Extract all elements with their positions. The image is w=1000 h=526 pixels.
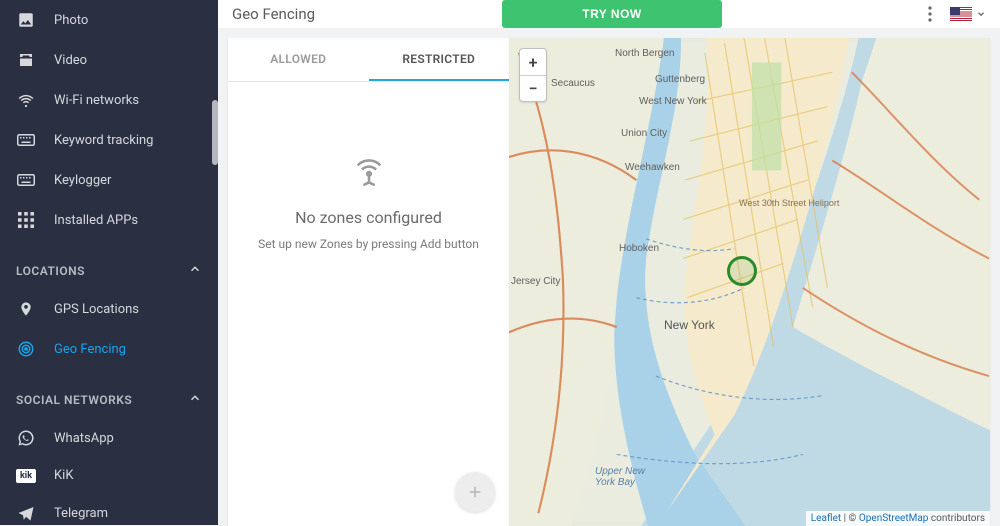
- target-icon: [16, 339, 36, 359]
- geo-fence-marker[interactable]: [727, 256, 757, 286]
- zones-panel: ALLOWED RESTRICTED No zones configured S…: [228, 38, 509, 526]
- sidebar-item-label: GPS Locations: [54, 302, 139, 317]
- sidebar-item-wifi[interactable]: Wi-Fi networks: [0, 80, 218, 120]
- empty-state: No zones configured Set up new Zones by …: [228, 82, 509, 526]
- map-label: West 30th Street Heliport: [739, 198, 839, 208]
- kik-icon: kik: [16, 469, 36, 483]
- language-selector[interactable]: [950, 4, 986, 24]
- map-label: Hoboken: [619, 243, 659, 254]
- map-label: New York: [664, 318, 715, 332]
- sidebar-item-keyword-tracking[interactable]: Keyword tracking: [0, 120, 218, 160]
- grid-icon: [16, 210, 36, 230]
- keyboard-icon: [16, 170, 36, 190]
- sidebar-item-label: Wi-Fi networks: [54, 93, 139, 108]
- sidebar-item-label: Photo: [54, 13, 88, 28]
- sidebar-item-label: KiK: [54, 468, 73, 483]
- topbar: Geo Fencing TRY NOW: [218, 0, 1000, 28]
- telegram-icon: [16, 503, 36, 523]
- section-title: SOCIAL NETWORKS: [16, 393, 132, 407]
- sidebar-item-video[interactable]: Video: [0, 40, 218, 80]
- sidebar-item-installed-apps[interactable]: Installed APPs: [0, 200, 218, 240]
- keyboard-icon: [16, 130, 36, 150]
- zoom-control: + −: [519, 48, 547, 102]
- pin-icon: [16, 299, 36, 319]
- sidebar-item-keylogger[interactable]: Keylogger: [0, 160, 218, 200]
- map-label: Guttenberg: [655, 74, 705, 85]
- zoom-in-button[interactable]: +: [520, 49, 546, 75]
- map-attribution: Leaflet | © OpenStreetMap contributors: [806, 511, 990, 526]
- empty-subtitle: Set up new Zones by pressing Add button: [258, 237, 479, 251]
- photo-icon: [16, 10, 36, 30]
- leaflet-link[interactable]: Leaflet: [811, 513, 841, 524]
- map-label: Secaucus: [551, 78, 595, 89]
- map[interactable]: North Bergen Guttenberg Secaucus West Ne…: [509, 38, 990, 526]
- wifi-icon: [16, 90, 36, 110]
- sidebar-item-label: Geo Fencing: [54, 342, 126, 357]
- sidebar-item-label: Installed APPs: [54, 213, 138, 228]
- osm-link[interactable]: OpenStreetMap: [859, 513, 929, 524]
- zoom-out-button[interactable]: −: [520, 75, 546, 101]
- map-label: Weehawken: [625, 162, 680, 173]
- plus-icon: [466, 483, 484, 501]
- us-flag-icon: [950, 7, 972, 21]
- antenna-icon: [352, 154, 386, 192]
- sidebar-scrollbar[interactable]: [212, 100, 218, 165]
- sidebar-item-label: Keylogger: [54, 173, 111, 188]
- sidebar-item-kik[interactable]: kik KiK: [0, 458, 218, 493]
- page-title: Geo Fencing: [232, 5, 492, 23]
- sidebar-item-label: Keyword tracking: [54, 133, 154, 148]
- main: Geo Fencing TRY NOW ALLOWED RESTRICTED: [218, 0, 1000, 525]
- sidebar-item-gps-locations[interactable]: GPS Locations: [0, 289, 218, 329]
- map-label: Jersey City: [511, 276, 560, 287]
- more-menu-icon[interactable]: [920, 4, 940, 24]
- content: ALLOWED RESTRICTED No zones configured S…: [218, 28, 1000, 526]
- sidebar-item-whatsapp[interactable]: WhatsApp: [0, 418, 218, 458]
- chevron-down-icon: [976, 9, 986, 19]
- sidebar-item-photo[interactable]: Photo: [0, 0, 218, 40]
- sidebar-item-label: WhatsApp: [54, 431, 114, 446]
- sidebar: Photo Video Wi-Fi networks Keyword track…: [0, 0, 218, 525]
- video-icon: [16, 50, 36, 70]
- map-label: Union City: [621, 128, 667, 139]
- zones-tabs: ALLOWED RESTRICTED: [228, 38, 509, 82]
- section-header-locations[interactable]: LOCATIONS: [0, 240, 218, 289]
- map-label: Upper New York Bay: [595, 466, 645, 488]
- tab-restricted[interactable]: RESTRICTED: [369, 38, 510, 81]
- sidebar-item-telegram[interactable]: Telegram: [0, 493, 218, 525]
- tab-allowed[interactable]: ALLOWED: [228, 38, 369, 81]
- section-title: LOCATIONS: [16, 264, 85, 278]
- chevron-up-icon: [188, 262, 202, 279]
- sidebar-item-label: Video: [54, 53, 87, 68]
- add-zone-button[interactable]: [455, 472, 495, 512]
- whatsapp-icon: [16, 428, 36, 448]
- empty-title: No zones configured: [295, 208, 442, 227]
- map-label: West New York: [639, 96, 707, 107]
- sidebar-item-geo-fencing[interactable]: Geo Fencing: [0, 329, 218, 369]
- chevron-up-icon: [188, 391, 202, 408]
- section-header-social-networks[interactable]: SOCIAL NETWORKS: [0, 369, 218, 418]
- sidebar-item-label: Telegram: [54, 506, 108, 521]
- try-now-button[interactable]: TRY NOW: [502, 0, 722, 28]
- map-label: North Bergen: [615, 48, 674, 59]
